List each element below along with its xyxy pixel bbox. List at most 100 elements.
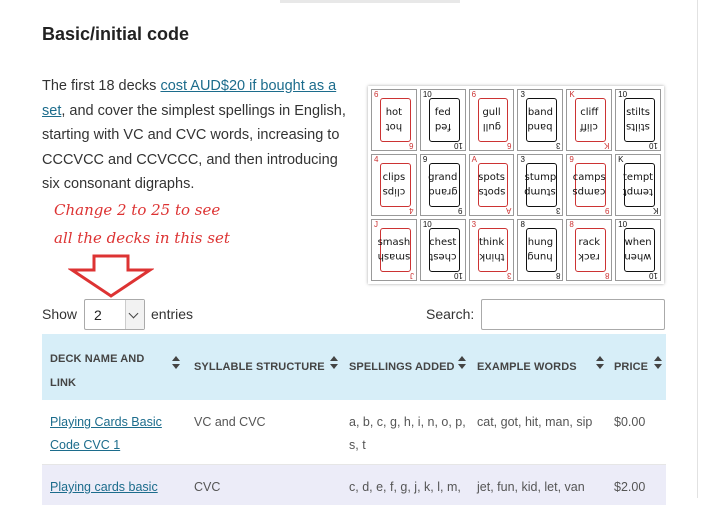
cell-spellings: a, b, c, g, h, i, n, o, p, s, t — [349, 411, 467, 457]
card-rank: 3 — [471, 220, 477, 229]
card-frame — [575, 228, 607, 272]
playing-card: K Ktempt tempt — [615, 154, 661, 216]
card-rank-inverted: 6 — [409, 141, 414, 150]
column-header-syllable[interactable]: SYLLABLE STRUCTURE — [186, 334, 342, 400]
card-word: camps — [572, 172, 606, 183]
search-label: Search: — [426, 306, 475, 322]
entries-select-value: 2 — [94, 307, 102, 323]
card-rank: J — [374, 220, 378, 229]
card-word-inverted: camps — [572, 186, 606, 197]
card-word-inverted: grand — [428, 186, 458, 197]
playing-card: 10 10 chest chest — [419, 219, 466, 281]
cell-structure: CVC — [194, 480, 221, 494]
column-header-examples[interactable]: EXAMPLE WORDS — [469, 334, 609, 400]
entries-select[interactable]: 2 — [84, 299, 145, 330]
card-rank: 6 — [374, 90, 379, 99]
card-word: smash — [377, 237, 411, 248]
card-rank-inverted: 8 — [604, 271, 610, 280]
column-header-price[interactable]: PRICE — [606, 334, 666, 400]
card-rank: 10 — [422, 220, 432, 229]
chevron-down-icon[interactable] — [125, 300, 144, 329]
card-rank-inverted: K — [603, 141, 610, 150]
top-divider — [280, 0, 460, 3]
column-header-deck-name[interactable]: DECK NAME AND LINK — [42, 334, 192, 400]
playing-card: 6 6 hot hot — [371, 89, 417, 151]
card-word: when — [624, 237, 652, 248]
playing-card: 10 10 stilts stilts — [615, 89, 661, 151]
card-word: tempt — [623, 172, 654, 183]
card-word: cliff — [580, 107, 599, 118]
card-word-inverted: rack — [578, 251, 601, 262]
intro-text-2: , and cover the simplest spellings in En… — [42, 102, 346, 193]
sidebar-divider — [697, 0, 698, 498]
playing-cards-image: 6 6 hot hot 10 10 fed fed 6 6 gull gull 3 3 band band K K… — [368, 86, 664, 284]
card-frame — [380, 228, 411, 272]
annotation-line-2: all the decks in this set — [54, 229, 230, 247]
entries-label: entries — [151, 306, 194, 322]
card-rank-inverted: 9 — [604, 206, 610, 215]
card-word-inverted: tempt — [623, 186, 654, 197]
card-rank-inverted: 9 — [458, 206, 463, 215]
deck-link[interactable]: Playing Cards Basic Code CVC 1 — [50, 415, 162, 452]
card-frame — [526, 228, 558, 272]
spellings-line-1: c, d, e, f, g, j, k, l, m, — [349, 480, 461, 494]
card-word: clips — [382, 172, 406, 183]
card-rank: K — [618, 155, 624, 164]
down-arrow-icon — [68, 254, 154, 298]
card-rank-inverted: 6 — [507, 141, 512, 150]
card-rank-inverted: K — [652, 206, 658, 215]
cell-price: $2.00 — [614, 480, 646, 494]
card-frame — [380, 98, 411, 142]
intro-text-1: The first 18 decks — [42, 78, 161, 94]
card-word-inverted: hot — [385, 121, 403, 132]
table-row: Playing cards basic CVC c, d, e, f, g, j… — [42, 465, 666, 505]
card-word: think — [478, 237, 505, 248]
playing-card: 8 8 rack rack — [566, 219, 613, 281]
card-rank: 4 — [374, 155, 379, 164]
card-rank-inverted: J — [409, 271, 414, 280]
card-word-inverted: hung — [527, 251, 554, 262]
card-word-inverted: stump — [524, 186, 557, 197]
deck-link[interactable]: Playing cards basic — [50, 480, 158, 494]
cell-deck-name: Playing cards basic — [50, 476, 190, 499]
card-word-inverted: band — [527, 121, 553, 132]
card-word: gull — [482, 107, 501, 118]
playing-card: 8 8 hung hung — [517, 219, 564, 281]
card-frame — [380, 163, 411, 207]
column-header-examples-text: EXAMPLE WORDS — [477, 361, 577, 373]
card-word-inverted: gull — [482, 121, 501, 132]
card-rank: 9 — [422, 155, 428, 164]
intro-paragraph: The first 18 decks cost AUD$20 if bought… — [42, 74, 352, 197]
card-word: rack — [578, 237, 600, 248]
card-rank: 3 — [520, 155, 525, 164]
table-header: DECK NAME AND LINK SYLLABLE STRUCTURE SPE… — [42, 334, 666, 400]
column-header-deck-name-text: DECK NAME AND LINK — [50, 347, 144, 395]
card-frame — [526, 163, 558, 207]
playing-card: J Jsmash smash — [371, 219, 417, 281]
card-rank-inverted: 10 — [649, 271, 658, 280]
deck-link-line-1: Playing cards basic — [50, 480, 158, 494]
card-frame — [575, 98, 607, 142]
search-input[interactable] — [481, 299, 665, 330]
card-frame — [477, 98, 509, 142]
column-header-price-text: PRICE — [614, 361, 649, 373]
column-header-spellings[interactable]: SPELLINGS ADDED — [341, 334, 471, 400]
card-frame — [428, 163, 460, 207]
col-header-line-2: LINK — [50, 377, 77, 389]
table-row: Playing Cards Basic Code CVC 1 VC and CVC… — [42, 400, 666, 465]
playing-card: 3 3 band band — [517, 89, 564, 151]
card-rank: 10 — [618, 90, 628, 99]
card-rank-inverted: 8 — [555, 271, 561, 280]
card-word-inverted: when — [624, 251, 652, 262]
card-word-inverted: chest — [429, 251, 457, 262]
card-rank: 3 — [520, 90, 525, 99]
card-rank: A — [471, 155, 477, 164]
card-word: hung — [527, 237, 554, 248]
playing-card: 3 3 stump stump — [517, 154, 564, 216]
card-rank-inverted: 10 — [453, 141, 463, 150]
card-rank: K — [569, 90, 575, 99]
decks-table: DECK NAME AND LINK SYLLABLE STRUCTURE SPE… — [42, 334, 666, 505]
card-frame — [477, 228, 509, 272]
card-word: stilts — [626, 107, 650, 118]
playing-card: 6 6 gull gull — [468, 89, 515, 151]
